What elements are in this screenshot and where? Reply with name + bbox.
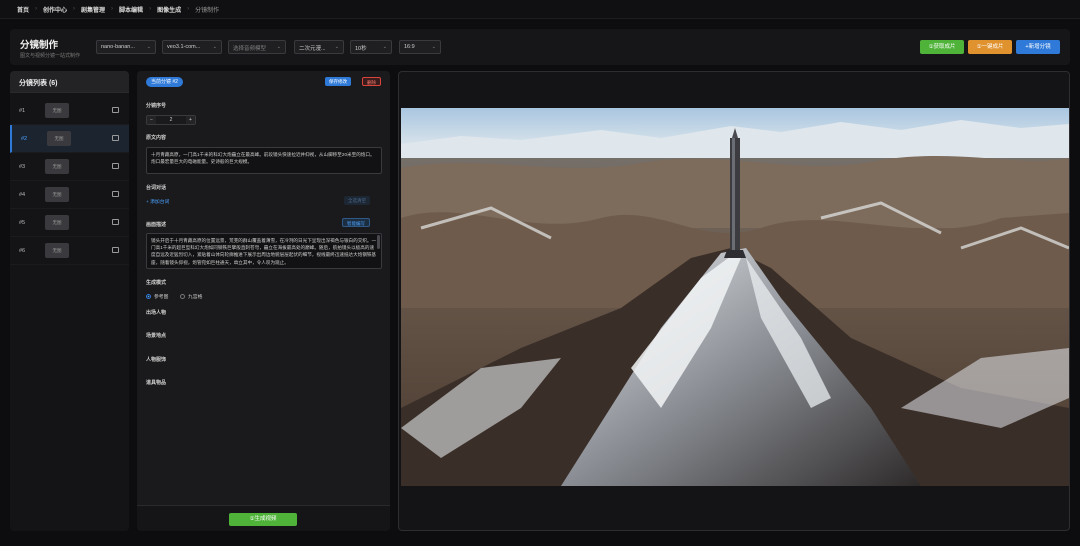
storyboard-number: #6 [19, 247, 26, 254]
storyboard-number: #1 [19, 107, 26, 114]
sequence-value[interactable]: 2 [156, 116, 186, 124]
breadcrumb-separator: › [73, 6, 76, 12]
storyboard-thumbnail: 无图 [45, 215, 69, 230]
scene-location-label: 场景地点 [146, 333, 167, 339]
duration-select[interactable]: 10秒 ⌄ [350, 40, 392, 54]
add-storyboard-button[interactable]: +新增分镜 [1016, 40, 1060, 54]
storyboard-thumbnail: 无图 [45, 159, 69, 174]
sequence-label: 分镜序号 [146, 103, 167, 109]
storyboard-item[interactable]: #6 无图 [10, 237, 129, 265]
description-textarea[interactable]: 镜头开启于十月青藏高原的位置远景，荒芜的群山覆盖着薄雪，在冷冽的日光下呈现出深褐… [146, 233, 382, 269]
chevron-down-icon: ⌄ [212, 44, 217, 50]
style-value: 二次元漫... [299, 46, 326, 52]
storyboard-thumbnail: 无图 [45, 187, 69, 202]
chevron-down-icon: ⌄ [146, 44, 151, 50]
breadcrumb-separator: › [187, 6, 190, 12]
appearing-characters-label: 出场人物 [146, 310, 167, 316]
chevron-down-icon: ⌄ [382, 44, 387, 50]
image-icon[interactable] [112, 219, 119, 225]
storyboard-item[interactable]: #1 无图 [10, 97, 129, 125]
storyboard-number: #2 [21, 135, 28, 142]
mode-label: 生成模式 [146, 280, 167, 286]
storyboard-item[interactable]: #3 无图 [10, 153, 129, 181]
audio-model-placeholder: 选择音频模型 [233, 46, 267, 52]
storyboard-item[interactable]: #5 无图 [10, 209, 129, 237]
content-label: 原文内容 [146, 135, 167, 141]
decrement-button[interactable]: − [147, 116, 156, 124]
storyboard-editor-panel: 当前分镜 #2 保存修改 删除 分镜序号 − 2 + 原文内容 十月青藏高原，一… [137, 71, 390, 531]
chevron-down-icon: ⌄ [334, 44, 339, 50]
increment-button[interactable]: + [186, 116, 195, 124]
storyboard-number: #4 [19, 191, 26, 198]
mode-reference-text: 参考图 [154, 295, 169, 300]
image-icon[interactable] [112, 191, 119, 197]
chevron-down-icon: ⌄ [431, 44, 436, 50]
storyboard-thumbnail: 无图 [45, 103, 69, 118]
image-icon[interactable] [112, 135, 119, 141]
page-subtitle: 图文与视频分镜一站式制作 [20, 53, 81, 59]
breadcrumb-script[interactable]: 脚本编辑 [119, 5, 143, 14]
save-button[interactable]: 保存修改 [325, 77, 351, 86]
storyboard-thumbnail: 无图 [45, 243, 69, 258]
radio-unselected-icon [180, 294, 185, 299]
delete-button[interactable]: 删除 [362, 77, 381, 86]
get-final-video-button[interactable]: ①获取成片 [920, 40, 964, 54]
textarea-scrollbar[interactable] [377, 235, 380, 249]
preview-image [401, 108, 1069, 486]
storyboard-number: #3 [19, 163, 26, 170]
page-header: 分镜制作 图文与视频分镜一站式制作 nano-banan... ⌄ veo3.1… [10, 29, 1070, 65]
duration-value: 10秒 [355, 46, 367, 52]
breadcrumb-current: 分镜制作 [195, 7, 220, 14]
breadcrumb-separator: › [149, 6, 152, 12]
video-model-select[interactable]: veo3.1-com... ⌄ [162, 40, 222, 54]
image-icon[interactable] [112, 163, 119, 169]
description-label: 画面描述 [146, 222, 167, 228]
storyboard-item-active[interactable]: #2 无图 [10, 125, 129, 153]
page-title: 分镜制作 [20, 40, 59, 51]
storyboard-list-title: 分镜列表 (6) [10, 71, 129, 93]
breadcrumb: 首页 › 创作中心 › 剧集管理 › 脚本编辑 › 图像生成 › 分镜制作 [0, 0, 1080, 19]
image-icon[interactable] [112, 107, 119, 113]
breadcrumb-separator: › [35, 6, 38, 12]
props-label: 道具物品 [146, 380, 167, 386]
breadcrumb-separator: › [111, 6, 114, 12]
content-textarea[interactable]: 十月青藏高原，一门高1千米的科幻大炮矗立在最高峰。前段镜头快速拉近并仰视，从山脚… [146, 147, 382, 174]
ratio-select[interactable]: 16:9 ⌄ [399, 40, 441, 54]
generate-bar: ①生成视频 [137, 505, 390, 531]
style-select[interactable]: 二次元漫... ⌄ [294, 40, 344, 54]
character-costume-label: 人物服饰 [146, 357, 167, 363]
storyboard-item[interactable]: #4 无图 [10, 181, 129, 209]
smart-write-button[interactable]: 智能编写 [342, 218, 370, 227]
breadcrumb-series[interactable]: 剧集管理 [81, 5, 105, 14]
clear-dialogue-button[interactable]: 全选清空 [344, 196, 370, 205]
mode-radio-reference[interactable]: 参考图 [146, 293, 168, 300]
preview-panel [398, 71, 1070, 531]
current-storyboard-chip: 当前分镜 #2 [146, 77, 183, 87]
audio-model-select[interactable]: 选择音频模型 ⌄ [228, 40, 286, 54]
breadcrumb-image-gen[interactable]: 图像生成 [157, 5, 181, 14]
image-model-select[interactable]: nano-banan... ⌄ [96, 40, 156, 54]
storyboard-number: #5 [19, 219, 26, 226]
chevron-down-icon: ⌄ [276, 44, 281, 50]
video-model-value: veo3.1-com... [167, 44, 201, 50]
breadcrumb-home[interactable]: 首页 [17, 5, 29, 14]
mode-radio-grid[interactable]: 九宫格 [180, 293, 202, 300]
storyboard-list-panel: 分镜列表 (6) #1 无图 #2 无图 #3 无图 #4 无图 #5 无图 #… [10, 71, 129, 531]
sequence-stepper[interactable]: − 2 + [146, 115, 196, 125]
breadcrumb-creation-center[interactable]: 创作中心 [43, 5, 67, 14]
mode-grid-text: 九宫格 [188, 295, 203, 300]
ratio-value: 16:9 [404, 44, 415, 50]
storyboard-thumbnail: 无图 [47, 131, 71, 146]
image-model-value: nano-banan... [101, 44, 135, 50]
dialogue-label: 台词对话 [146, 185, 167, 191]
radio-selected-icon [146, 294, 151, 299]
generate-video-button[interactable]: ①生成视频 [229, 513, 297, 526]
add-dialogue-link[interactable]: + 添加台词 [146, 198, 169, 205]
one-click-video-button[interactable]: ①一键成片 [968, 40, 1012, 54]
image-icon[interactable] [112, 247, 119, 253]
